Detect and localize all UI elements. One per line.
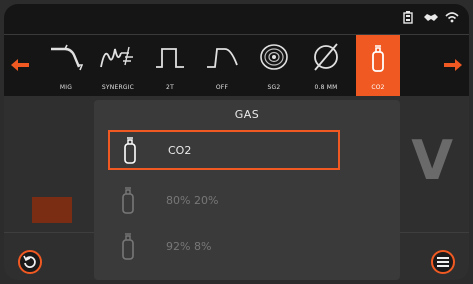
tool-label: 0.8 MM <box>314 84 338 91</box>
welder-screen: MIG SYNERGIC 2T OFF SG2 0.8 MM CO2 V GAS… <box>4 4 469 280</box>
arrow-right-icon <box>444 59 462 71</box>
diameter-icon <box>314 43 338 71</box>
gas-option-label: CO2 <box>168 143 192 157</box>
background-indicator-block <box>32 197 72 223</box>
tool-2t[interactable]: 2T <box>148 35 192 97</box>
handshake-icon <box>423 11 438 25</box>
dialog-title: GAS <box>234 108 260 121</box>
tool-synergic[interactable]: SYNERGIC <box>96 35 140 97</box>
menu-icon <box>437 257 449 267</box>
battery-icon <box>401 11 415 25</box>
scroll-left-arrow[interactable] <box>8 51 32 79</box>
synergic-icon <box>100 46 133 68</box>
gas-cylinder-icon <box>372 45 384 72</box>
tool-label: SYNERGIC <box>101 84 135 91</box>
tool-label: 2T <box>166 84 174 91</box>
arrow-left-icon <box>11 59 29 71</box>
gas-option-80-20[interactable]: 80% 20% <box>108 180 340 220</box>
tool-mig[interactable]: MIG <box>44 35 88 97</box>
status-bar <box>4 4 469 34</box>
menu-button[interactable] <box>431 250 455 274</box>
tool-wire[interactable]: SG2 <box>252 35 296 97</box>
gas-selection-dialog: GAS CO2 80% 20% 92% 8% <box>94 100 400 280</box>
2t-trigger-icon <box>156 48 184 68</box>
gas-option-label: 92% 8% <box>166 239 212 253</box>
tool-diameter[interactable]: 0.8 MM <box>304 35 348 97</box>
tool-label: MIG <box>59 84 73 91</box>
gas-option-92-8[interactable]: 92% 8% <box>108 226 340 266</box>
wifi-icon <box>445 11 459 25</box>
tool-label: CO2 <box>371 84 385 91</box>
scroll-right-arrow[interactable] <box>441 51 465 79</box>
gas-option-co2[interactable]: CO2 <box>108 130 340 170</box>
gas-cylinder-icon <box>122 233 134 260</box>
parameter-toolbar: MIG SYNERGIC 2T OFF SG2 0.8 MM CO2 <box>4 34 469 98</box>
tool-label: OFF <box>215 84 229 91</box>
gas-cylinder-icon <box>122 187 134 214</box>
tool-gas[interactable]: CO2 <box>356 35 400 97</box>
tool-label: SG2 <box>267 84 281 91</box>
back-button[interactable] <box>18 250 42 274</box>
gas-option-label: 80% 20% <box>166 193 219 207</box>
voltage-unit-text: V <box>411 129 453 192</box>
status-icons <box>401 11 459 25</box>
mig-torch-icon <box>51 44 83 71</box>
gas-cylinder-icon <box>124 137 136 164</box>
tool-off[interactable]: OFF <box>200 35 244 97</box>
wire-spool-icon <box>260 44 288 70</box>
off-curve-icon <box>207 48 238 68</box>
undo-icon <box>23 255 36 268</box>
